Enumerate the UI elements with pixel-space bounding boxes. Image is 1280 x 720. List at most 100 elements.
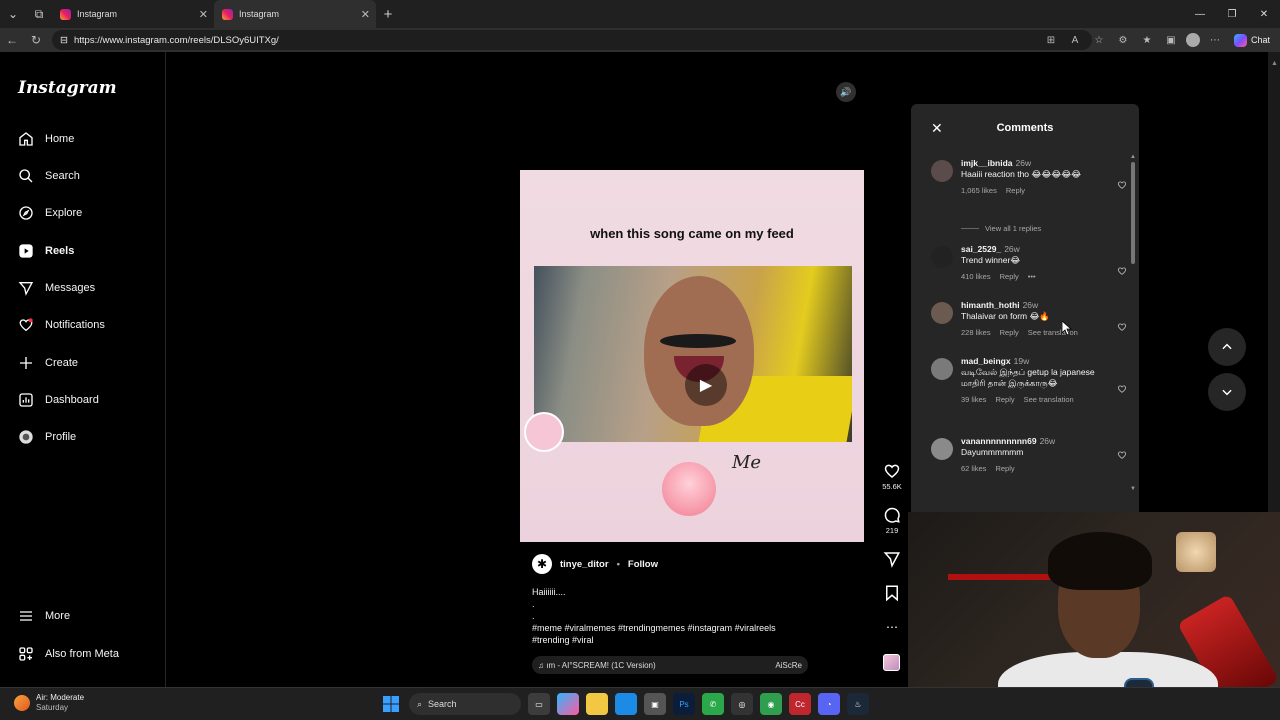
- next-reel-button[interactable]: [1208, 373, 1246, 411]
- browser-profile-avatar[interactable]: [1185, 33, 1200, 47]
- store-icon[interactable]: ▣: [644, 693, 666, 715]
- refresh-icon[interactable]: ↻: [24, 33, 48, 47]
- new-tab-button[interactable]: +: [376, 6, 400, 23]
- comment-like-icon[interactable]: [1117, 450, 1127, 460]
- comment-like-icon[interactable]: [1117, 266, 1127, 276]
- taskbar-search[interactable]: ⌕ Search: [409, 693, 521, 715]
- previous-reel-button[interactable]: [1208, 328, 1246, 366]
- comment-action[interactable]: 219: [876, 506, 908, 535]
- whatsapp-icon[interactable]: ✆: [702, 693, 724, 715]
- reply-button[interactable]: Reply: [1000, 327, 1019, 338]
- comment-like-icon[interactable]: [1117, 322, 1127, 332]
- app-icon[interactable]: ◎: [731, 693, 753, 715]
- comment-age: 26w: [1039, 436, 1056, 446]
- reply-button[interactable]: Reply: [1006, 185, 1025, 196]
- tab-title: Instagram: [239, 9, 280, 19]
- weather-widget[interactable]: Air: Moderate Saturday: [14, 693, 84, 713]
- favorites-icon[interactable]: ★: [1138, 35, 1156, 46]
- comment-avatar[interactable]: [931, 358, 953, 380]
- scroll-down-icon[interactable]: ▼: [1130, 486, 1136, 492]
- more-options-icon[interactable]: ⋯: [1206, 35, 1224, 46]
- minimize-icon[interactable]: —: [1184, 0, 1216, 28]
- task-view-icon[interactable]: ▭: [528, 693, 550, 715]
- back-icon[interactable]: ←: [0, 33, 24, 47]
- reply-button[interactable]: Reply: [1000, 271, 1019, 282]
- favorite-star-icon[interactable]: ☆: [1090, 35, 1108, 46]
- site-info-icon[interactable]: ⊟: [60, 35, 68, 46]
- scroll-thumb[interactable]: [1131, 162, 1135, 264]
- browser-tab-active[interactable]: Instagram ✕: [214, 0, 376, 28]
- restore-icon[interactable]: ❐: [1216, 0, 1248, 28]
- url-field[interactable]: ⊟ https://www.instagram.com/reels/DLSOy6…: [52, 30, 1092, 50]
- sidebar-item-more[interactable]: More: [17, 604, 70, 628]
- comment-username[interactable]: himanth_hothi: [961, 300, 1020, 310]
- comment-avatar[interactable]: [931, 302, 953, 324]
- tab-actions-button[interactable]: ⌄: [0, 0, 26, 28]
- comment-avatar[interactable]: [931, 438, 953, 460]
- creative-cloud-icon[interactable]: Cc: [789, 693, 811, 715]
- read-aloud-icon[interactable]: A: [1066, 35, 1084, 46]
- see-translation-button[interactable]: See translation: [1024, 394, 1074, 405]
- like-action[interactable]: 55.6K: [876, 462, 908, 491]
- sidebar-item-label: Also from Meta: [45, 648, 119, 660]
- sidebar-item-create[interactable]: Create: [17, 351, 78, 375]
- scroll-up-icon[interactable]: ▲: [1130, 154, 1136, 160]
- comment-avatar[interactable]: [931, 160, 953, 182]
- comment-username[interactable]: vanannnnnnnnn69: [961, 436, 1037, 446]
- reel-audio[interactable]: ♫ ım - AI°SCREAM! (1C Version) AiScRe: [532, 656, 808, 674]
- reply-button[interactable]: Reply: [995, 463, 1014, 474]
- sidebar-item-search[interactable]: Search: [17, 164, 80, 188]
- windows-start-icon[interactable]: [380, 693, 402, 715]
- comment-likes[interactable]: 1,065 likes: [961, 185, 997, 196]
- comment-likes[interactable]: 410 likes: [961, 271, 991, 282]
- browser-tab[interactable]: Instagram ✕: [52, 0, 214, 28]
- view-replies-button[interactable]: View all 1 replies: [961, 224, 1041, 233]
- comment-avatar[interactable]: [931, 246, 953, 268]
- discord-icon[interactable]: ◔: [818, 693, 840, 715]
- file-explorer-icon[interactable]: [586, 693, 608, 715]
- comment-more-icon[interactable]: •••: [1028, 271, 1036, 282]
- sidebar-item-home[interactable]: Home: [17, 127, 74, 151]
- close-tab-icon[interactable]: ✕: [199, 8, 208, 21]
- edge-browser-icon[interactable]: [615, 693, 637, 715]
- copilot-chat-button[interactable]: Chat: [1230, 33, 1274, 47]
- sidebar-item-profile[interactable]: Profile: [17, 425, 76, 449]
- close-tab-icon[interactable]: ✕: [361, 8, 370, 21]
- sidebar-item-reels[interactable]: Reels: [17, 239, 74, 263]
- comment-username[interactable]: mad_beingx: [961, 356, 1011, 366]
- comment-like-icon[interactable]: [1117, 180, 1127, 190]
- comment-like-icon[interactable]: [1117, 384, 1127, 394]
- comment-likes[interactable]: 39 likes: [961, 394, 986, 405]
- comment-likes[interactable]: 228 likes: [961, 327, 991, 338]
- collections-icon[interactable]: ▣: [1162, 35, 1180, 46]
- sidebar-item-messages[interactable]: Messages: [17, 276, 95, 300]
- extensions-icon[interactable]: ⚙: [1114, 35, 1132, 46]
- sidebar-item-explore[interactable]: Explore: [17, 201, 82, 225]
- reply-button[interactable]: Reply: [995, 394, 1014, 405]
- comment-username[interactable]: sai_2529_: [961, 244, 1001, 254]
- play-icon[interactable]: ▶: [685, 364, 727, 406]
- instagram-logo[interactable]: Instagram: [18, 78, 117, 98]
- copilot-app-icon[interactable]: [557, 693, 579, 715]
- save-action[interactable]: [876, 584, 908, 602]
- comment-likes[interactable]: 62 likes: [961, 463, 986, 474]
- workspaces-icon[interactable]: ⧉: [26, 0, 52, 28]
- volume-icon[interactable]: 🔊: [836, 82, 856, 102]
- photoshop-icon[interactable]: Ps: [673, 693, 695, 715]
- steam-icon[interactable]: ♨: [847, 693, 869, 715]
- chrome-icon[interactable]: ◉: [760, 693, 782, 715]
- follow-button[interactable]: Follow: [628, 559, 658, 570]
- audio-thumbnail[interactable]: [883, 654, 900, 671]
- sidebar-item-notifications[interactable]: Notifications: [17, 313, 105, 337]
- comments-scrollbar[interactable]: ▲ ▼: [1130, 154, 1136, 494]
- sidebar-item-dashboard[interactable]: Dashboard: [17, 388, 99, 412]
- author-avatar[interactable]: ✱: [532, 554, 552, 574]
- share-action[interactable]: [876, 550, 908, 568]
- app-available-icon[interactable]: ⊞: [1042, 35, 1060, 46]
- more-options-icon[interactable]: ⋯: [876, 620, 908, 634]
- sidebar-item-also-from-meta[interactable]: Also from Meta: [17, 642, 119, 666]
- comment-username[interactable]: imjk__ibnida: [961, 158, 1013, 168]
- reel-video[interactable]: 🔊 when this song came on my feed ▶ Me: [520, 74, 864, 542]
- close-window-icon[interactable]: ✕: [1248, 0, 1280, 28]
- author-username[interactable]: tinye_ditor: [560, 559, 609, 570]
